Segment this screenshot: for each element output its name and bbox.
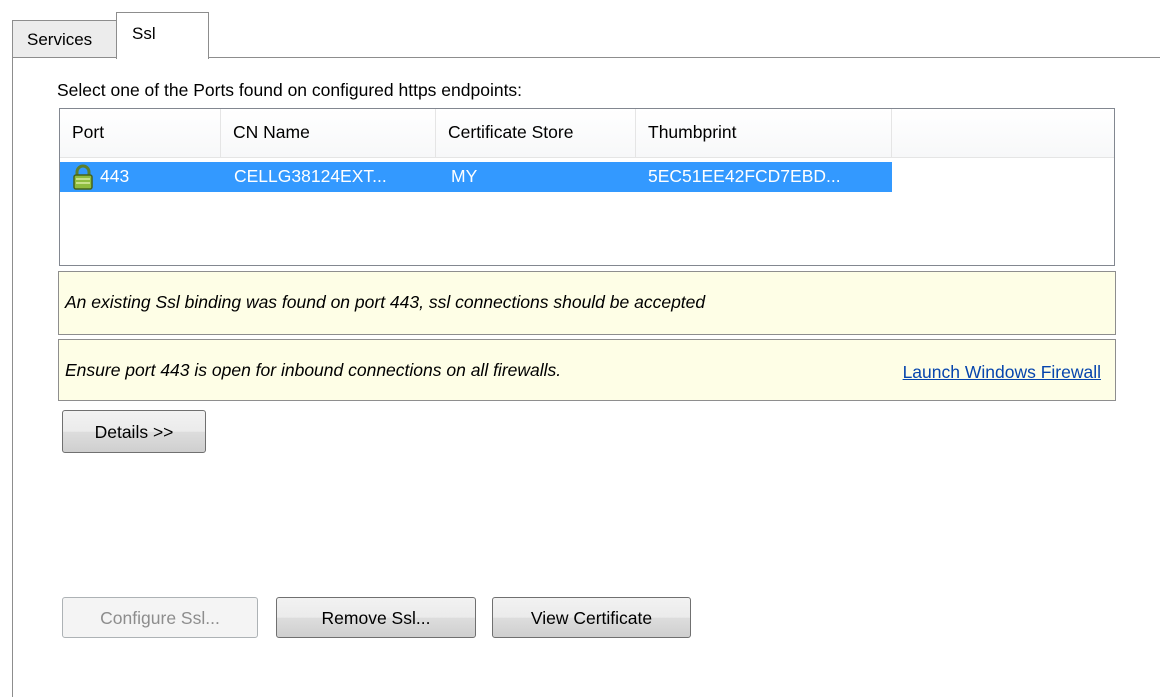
tab-ssl-label: Ssl: [132, 24, 156, 43]
details-button[interactable]: Details >>: [62, 410, 206, 453]
ports-prompt: Select one of the Ports found on configu…: [57, 80, 523, 100]
cell-thumbprint: 5EC51EE42FCD7EBD...: [648, 166, 841, 186]
tab-services-label: Services: [27, 30, 93, 49]
ports-listview[interactable]: Port CN Name Certificate Store Thumbprin…: [59, 108, 1115, 266]
table-row[interactable]: 443 CELLG38124EXT... MY 5EC51EE42FCD7EBD…: [60, 162, 892, 192]
view-certificate-button[interactable]: View Certificate: [492, 597, 691, 638]
tab-services[interactable]: Services: [12, 20, 117, 58]
firewall-notice: Ensure port 443 is open for inbound conn…: [58, 339, 1116, 401]
column-header-port[interactable]: Port: [60, 109, 221, 157]
cell-certificate-store: MY: [451, 166, 478, 186]
firewall-message: Ensure port 443 is open for inbound conn…: [65, 360, 562, 380]
ssl-binding-message: An existing Ssl binding was found on por…: [65, 292, 706, 312]
configure-ssl-button[interactable]: Configure Ssl...: [62, 597, 258, 638]
launch-windows-firewall-link[interactable]: Launch Windows Firewall: [903, 362, 1101, 383]
column-header-certificate-store[interactable]: Certificate Store: [436, 109, 636, 157]
remove-ssl-button[interactable]: Remove Ssl...: [276, 597, 476, 638]
listview-header: Port CN Name Certificate Store Thumbprin…: [60, 109, 1114, 158]
tab-ssl[interactable]: Ssl: [116, 12, 209, 59]
cell-cn-name: CELLG38124EXT...: [234, 166, 387, 186]
column-header-thumbprint[interactable]: Thumbprint: [636, 109, 892, 157]
lock-icon: [70, 164, 96, 190]
cell-port: 443: [100, 166, 130, 186]
ssl-binding-notice: An existing Ssl binding was found on por…: [58, 271, 1116, 335]
tab-strip: Services Ssl: [0, 0, 1160, 59]
column-header-cn-name[interactable]: CN Name: [221, 109, 436, 157]
